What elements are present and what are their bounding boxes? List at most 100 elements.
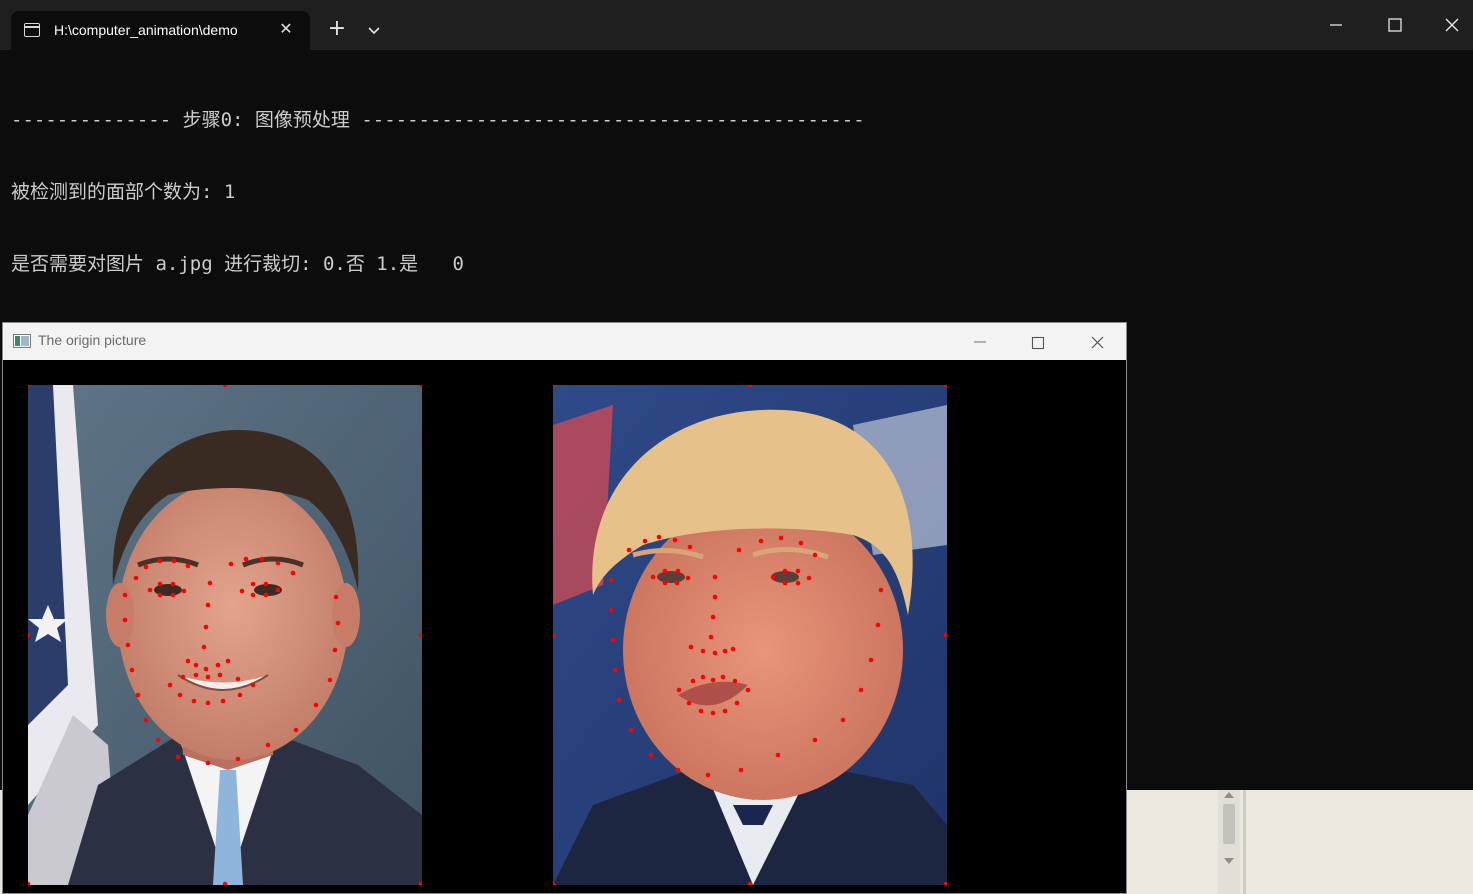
landmark-point	[177, 692, 183, 698]
landmark-point	[327, 677, 333, 683]
opencv-image-window: The origin picture	[2, 322, 1127, 894]
landmark-point	[237, 692, 243, 698]
landmark-point	[265, 742, 271, 748]
landmark-point	[250, 592, 256, 598]
landmark-point	[239, 588, 245, 594]
landmark-point	[734, 700, 740, 706]
landmark-point	[648, 752, 654, 758]
terminal-tab[interactable]: H:\computer_animation\demo ✕	[11, 11, 310, 50]
landmark-point	[243, 556, 249, 562]
maximize-icon	[1388, 18, 1402, 32]
landmark-point	[201, 644, 207, 650]
landmark-point	[333, 594, 339, 600]
landmark-point	[205, 760, 211, 766]
landmark-point	[225, 658, 231, 664]
landmark-point	[710, 677, 716, 683]
cv-close-button[interactable]	[1074, 325, 1120, 359]
terminal-line: -------------- 步骤0: 图像预处理 --------------…	[11, 109, 865, 131]
landmark-point	[155, 737, 161, 743]
landmark-point	[642, 538, 648, 544]
close-icon	[1445, 18, 1459, 32]
landmark-point	[215, 662, 221, 668]
landmark-point	[235, 756, 241, 762]
landmark-point	[122, 617, 128, 623]
landmark-point	[775, 752, 781, 758]
scroll-up-icon[interactable]	[1222, 790, 1236, 800]
minimize-icon	[974, 341, 986, 343]
landmark-point	[129, 667, 135, 673]
landmark-point	[250, 682, 256, 688]
landmark-point	[171, 558, 177, 564]
landmark-point	[708, 634, 714, 640]
landmark-point	[263, 581, 269, 587]
landmark-point	[672, 537, 678, 543]
landmark-point	[662, 568, 668, 574]
cv-titlebar[interactable]: The origin picture	[3, 323, 1126, 360]
landmark-point	[275, 587, 281, 593]
maximize-icon	[1031, 336, 1045, 350]
landmark-point	[875, 622, 881, 628]
landmark-point	[687, 544, 693, 550]
landmark-point	[705, 772, 711, 778]
terminal-maximize-button[interactable]	[1372, 8, 1418, 42]
landmark-point	[205, 602, 211, 608]
landmark-point	[782, 580, 788, 586]
landmark-point	[662, 580, 668, 586]
landmark-point	[686, 700, 692, 706]
landmark-point	[180, 674, 186, 680]
landmark-point	[675, 767, 681, 773]
scroll-down-icon[interactable]	[1222, 856, 1236, 866]
landmark-point	[612, 667, 618, 673]
landmark-point	[157, 558, 163, 564]
terminal-close-button[interactable]	[1430, 8, 1473, 42]
landmark-point	[736, 547, 742, 553]
landmark-point	[738, 767, 744, 773]
chevron-down-icon	[368, 27, 380, 35]
landmark-point	[656, 534, 662, 540]
landmark-point	[778, 535, 784, 541]
landmark-point	[868, 657, 874, 663]
landmark-point	[676, 687, 682, 693]
landmark-point	[712, 650, 718, 656]
terminal-minimize-button[interactable]	[1314, 8, 1360, 42]
landmark-point	[730, 646, 736, 652]
landmark-point	[147, 587, 153, 593]
pane-divider[interactable]	[1243, 790, 1246, 894]
tab-dropdown-button[interactable]	[362, 18, 386, 42]
tab-close-button[interactable]: ✕	[276, 19, 296, 39]
scrollbar-thumb[interactable]	[1223, 804, 1235, 844]
landmark-point	[235, 676, 241, 682]
landmark-point	[275, 560, 281, 566]
landmark-point	[610, 637, 616, 643]
close-icon	[1091, 336, 1104, 349]
landmark-point	[167, 682, 173, 688]
landmark-point	[858, 687, 864, 693]
background-scrollbar[interactable]	[1218, 790, 1240, 894]
landmark-point	[313, 702, 319, 708]
cv-minimize-button[interactable]	[957, 325, 1003, 359]
landmark-point	[191, 698, 197, 704]
image-canvas[interactable]	[3, 360, 1126, 893]
landmark-point	[840, 717, 846, 723]
opencv-window-icon	[13, 334, 31, 348]
background-app-window	[1127, 790, 1473, 894]
landmark-point	[795, 580, 801, 586]
landmark-point	[878, 587, 884, 593]
new-tab-button[interactable]: +	[324, 16, 350, 42]
console-icon	[24, 23, 40, 37]
cv-maximize-button[interactable]	[1015, 325, 1061, 359]
landmark-point	[143, 564, 149, 570]
landmark-point	[710, 614, 716, 620]
landmark-point	[157, 592, 163, 598]
landmark-point	[745, 687, 751, 693]
landmark-point	[220, 698, 226, 704]
landmark-point	[608, 577, 614, 583]
landmark-point	[626, 547, 632, 553]
landmark-point	[688, 644, 694, 650]
minimize-icon	[1330, 24, 1342, 26]
landmark-point	[685, 575, 691, 581]
landmark-point	[143, 717, 149, 723]
face-photo-right	[553, 385, 947, 885]
landmark-point	[722, 648, 728, 654]
landmark-point	[758, 538, 764, 544]
